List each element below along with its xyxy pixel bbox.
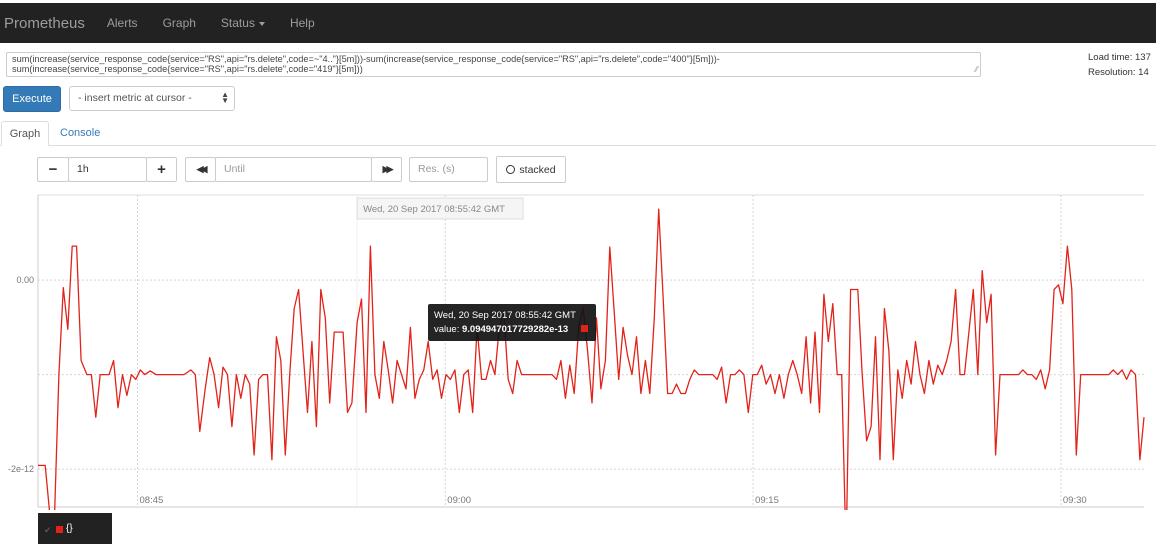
y-tick-label: 0.00 — [16, 275, 34, 285]
series-line[interactable] — [38, 208, 1145, 510]
tab-console[interactable]: Console — [60, 121, 100, 146]
insert-metric-select[interactable]: - insert metric at cursor - ▲ ▼ — [69, 86, 235, 111]
brand-link[interactable]: Prometheus — [4, 15, 85, 32]
tooltip-value: value: 9.094947017729282e-13 — [434, 324, 568, 335]
select-arrows-icon: ▲ ▼ — [221, 90, 229, 105]
until-input[interactable]: Until — [215, 157, 372, 182]
load-time: Load time: 137 — [1088, 52, 1151, 63]
circle-icon — [506, 165, 516, 174]
nav-help[interactable]: Help — [290, 16, 315, 30]
tooltip-value-number: 9.094947017729282e-13 — [462, 324, 568, 335]
navbar: Prometheus Alerts Graph Status Help — [0, 3, 1156, 43]
caret-down-icon — [258, 21, 265, 26]
time-forward-button[interactable]: ▶▶ — [371, 157, 402, 182]
x-tick-label: 09:30 — [1063, 495, 1087, 506]
range-decrease-button[interactable]: − — [37, 157, 69, 182]
legend: ✔ {} — [38, 513, 112, 544]
resize-handle-icon[interactable]: ⁄⁄ — [975, 65, 978, 75]
legend-series-label[interactable]: {} — [66, 523, 73, 534]
stacked-toggle-button[interactable]: stacked — [496, 156, 566, 183]
tab-bar: Graph Console — [0, 121, 1156, 146]
x-tick-label: 08:45 — [140, 495, 164, 506]
expression-input[interactable]: sum(increase(service_response_code{servi… — [6, 52, 981, 77]
x-tick-label: 09:15 — [755, 495, 779, 506]
stacked-label: stacked — [519, 163, 556, 176]
nav-graph[interactable]: Graph — [163, 16, 196, 30]
nav-alerts[interactable]: Alerts — [107, 16, 138, 30]
expression-line-2: sum(increase(service_response_code{servi… — [12, 64, 363, 74]
legend-color-swatch — [56, 526, 63, 533]
insert-metric-label: - insert metric at cursor - — [78, 92, 192, 104]
tab-graph[interactable]: Graph — [1, 121, 49, 146]
checkmark-icon[interactable]: ✔ — [44, 525, 52, 536]
resolution: Resolution: 14 — [1088, 67, 1149, 78]
graph-chart[interactable]: 0.00 -2e-12 08:45 09:00 09:15 09:30 Wed, 20 S… — [0, 190, 1156, 510]
x-tick-label: 09:00 — [447, 495, 471, 506]
tooltip-time: Wed, 20 Sep 2017 08:55:42 GMT — [434, 310, 576, 321]
hover-time-label: Wed, 20 Sep 2017 08:55:42 GMT — [363, 204, 505, 215]
expression-line-1: sum(increase(service_response_code{servi… — [12, 54, 720, 64]
nav-status-dropdown[interactable]: Status — [221, 16, 265, 30]
range-increase-button[interactable]: + — [146, 157, 177, 182]
time-back-button[interactable]: ◀◀ — [185, 157, 216, 182]
y-tick-label: -2e-12 — [8, 464, 34, 474]
resolution-input[interactable]: Res. (s) — [409, 157, 488, 182]
execute-button[interactable]: Execute — [3, 86, 61, 112]
prometheus-graph-page: Prometheus Alerts Graph Status Help sum(… — [0, 0, 1156, 544]
nav-status-label: Status — [220, 16, 255, 30]
tooltip-swatch — [581, 325, 588, 332]
range-input[interactable]: 1h — [68, 157, 147, 182]
